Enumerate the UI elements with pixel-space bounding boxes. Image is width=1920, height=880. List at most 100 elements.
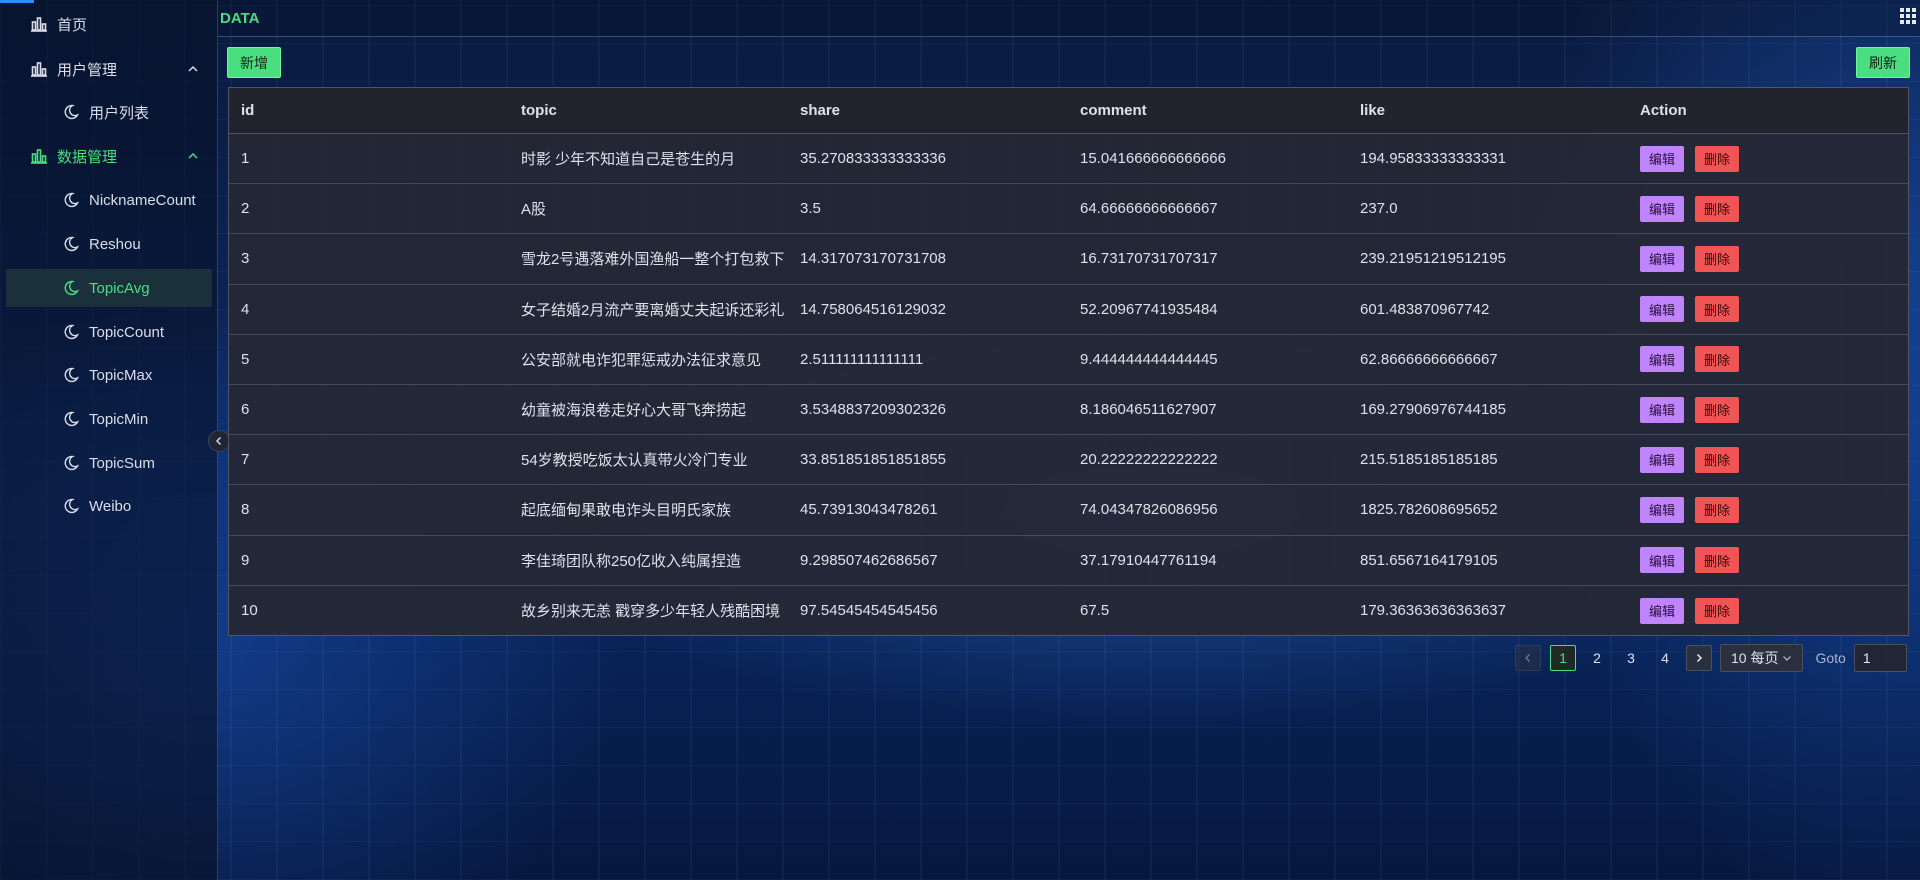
cell-topic: 李佳琦团队称250亿收入纯属捏造: [521, 552, 742, 570]
column-header-action: Action: [1640, 102, 1687, 119]
cell-comment: 52.20967741935484: [1080, 300, 1218, 318]
table-row: 7 54岁教授吃饭太认真带火冷门专业 33.851851851851855 20.22…: [229, 435, 1908, 486]
cell-id: 1: [241, 150, 250, 168]
delete-button[interactable]: 删除: [1695, 396, 1740, 423]
sidebar-group-data-management[interactable]: 数据管理: [6, 137, 212, 175]
cell-like: 169.27906976744185: [1360, 401, 1506, 419]
chevron-left-icon: [1524, 653, 1531, 663]
edit-button[interactable]: 编辑: [1640, 145, 1685, 172]
cell-topic: 女子结婚2月流产要离婚丈夫起诉还彩礼: [521, 301, 785, 319]
add-button[interactable]: 新增: [227, 47, 281, 78]
table-row: 5 公安部就电诈犯罪惩戒办法征求意见 2.511111111111111 9.4444…: [229, 335, 1908, 385]
cell-share: 2.511111111111111: [800, 350, 924, 368]
top-header: DATA: [218, 0, 1920, 37]
cell-action: 编辑 删除: [1628, 296, 1908, 323]
cell-action: 编辑 删除: [1628, 496, 1908, 523]
moon-icon: [62, 323, 80, 341]
page-number-2[interactable]: 2: [1584, 645, 1610, 671]
page-number-3[interactable]: 3: [1618, 645, 1644, 671]
cell-like: 62.86666666666667: [1360, 350, 1498, 368]
cell-share: 45.73913043478261: [800, 501, 938, 519]
sidebar-item-topiccount[interactable]: TopicCount: [6, 313, 212, 351]
delete-button[interactable]: 删除: [1695, 346, 1740, 373]
sidebar-group-user-management[interactable]: 用户管理: [6, 50, 212, 88]
delete-button[interactable]: 删除: [1695, 296, 1740, 323]
column-header-share[interactable]: share: [788, 102, 1068, 119]
table-row: 6 幼童被海浪卷走好心大哥飞奔捞起 3.5348837209302326 8.1860…: [229, 385, 1908, 436]
cell-share: 97.54545454545456: [800, 602, 938, 620]
table-row: 8 起底缅甸果敢电诈头目明氏家族 45.73913043478261 74.04347…: [229, 485, 1908, 536]
moon-icon: [62, 366, 80, 384]
sidebar-item-topicmax[interactable]: TopicMax: [6, 356, 212, 394]
sidebar-item-label: NicknameCount: [89, 191, 196, 209]
page-title: DATA: [220, 10, 260, 27]
cell-comment: 8.186046511627907: [1080, 401, 1217, 419]
delete-button[interactable]: 删除: [1695, 446, 1740, 473]
chart-bar-icon: [30, 147, 48, 165]
cell-comment: 20.22222222222222: [1080, 451, 1218, 469]
sidebar-item-home[interactable]: 首页: [6, 5, 212, 43]
cell-id: 7: [241, 451, 250, 469]
cell-topic: 时影 少年不知道自己是苍生的月: [521, 151, 736, 169]
cell-id: 6: [241, 401, 250, 419]
delete-button[interactable]: 删除: [1695, 195, 1740, 222]
column-header-id[interactable]: id: [229, 102, 509, 119]
sidebar-item-label: Weibo: [89, 497, 132, 515]
cell-id: 2: [241, 200, 250, 218]
moon-icon: [62, 497, 80, 515]
refresh-button[interactable]: 刷新: [1856, 47, 1910, 78]
cell-like: 851.6567164179105: [1360, 551, 1498, 569]
delete-button[interactable]: 删除: [1695, 547, 1740, 574]
edit-button[interactable]: 编辑: [1640, 547, 1685, 574]
edit-button[interactable]: 编辑: [1640, 195, 1685, 222]
column-header-comment[interactable]: comment: [1068, 102, 1348, 119]
prev-page-button[interactable]: [1515, 645, 1541, 671]
sidebar-item-reshou[interactable]: Reshou: [6, 225, 212, 263]
next-page-button[interactable]: [1686, 645, 1712, 671]
cell-comment: 67.5: [1080, 602, 1110, 620]
cell-topic: 起底缅甸果敢电诈头目明氏家族: [521, 502, 732, 520]
cell-like: 237.0: [1360, 200, 1398, 218]
column-header-like[interactable]: like: [1348, 102, 1628, 119]
cell-like: 1825.782608695652: [1360, 501, 1498, 519]
sidebar-item-topicsum[interactable]: TopicSum: [6, 444, 212, 482]
sidebar-item-topicavg[interactable]: TopicAvg: [6, 269, 212, 307]
delete-button[interactable]: 删除: [1695, 496, 1740, 523]
cell-share: 3.5348837209302326: [800, 401, 946, 419]
sidebar-item-nicknamecount[interactable]: NicknameCount: [6, 181, 212, 219]
goto-page-input[interactable]: [1853, 644, 1907, 672]
edit-button[interactable]: 编辑: [1640, 446, 1685, 473]
grid-apps-icon[interactable]: [1898, 6, 1918, 26]
pagination: 1 2 3 4 10 每页 Goto: [1515, 644, 1907, 672]
chevron-right-icon: [1696, 653, 1703, 663]
edit-button[interactable]: 编辑: [1640, 245, 1685, 272]
column-header-topic[interactable]: topic: [509, 102, 788, 119]
edit-button[interactable]: 编辑: [1640, 496, 1685, 523]
sidebar-item-weibo[interactable]: Weibo: [6, 487, 212, 525]
cell-id: 9: [241, 551, 250, 569]
page-number-1[interactable]: 1: [1550, 645, 1576, 671]
table-row: 3 雪龙2号遇落难外国渔船一整个打包救下 14.317073170731708 16.…: [229, 234, 1908, 285]
page-size-select[interactable]: 10 每页: [1720, 644, 1804, 672]
sidebar-item-topicmin[interactable]: TopicMin: [6, 400, 212, 438]
moon-icon: [62, 279, 80, 297]
moon-icon: [62, 454, 80, 472]
sidebar-collapse-button[interactable]: [208, 430, 230, 452]
delete-button[interactable]: 删除: [1695, 245, 1740, 272]
sidebar: 首页 用户管理 用户列表 数据管理 NicknameCount Reshou T…: [0, 0, 218, 880]
moon-icon: [62, 103, 80, 121]
delete-button[interactable]: 删除: [1695, 597, 1740, 624]
page-number-4[interactable]: 4: [1652, 645, 1678, 671]
delete-button[interactable]: 删除: [1695, 145, 1740, 172]
page-size-value: 10 每页: [1731, 650, 1779, 666]
edit-button[interactable]: 编辑: [1640, 597, 1685, 624]
edit-button[interactable]: 编辑: [1640, 346, 1685, 373]
edit-button[interactable]: 编辑: [1640, 396, 1685, 423]
cell-action: 编辑 删除: [1628, 245, 1908, 272]
cell-share: 33.851851851851855: [800, 451, 946, 469]
sidebar-item-label: TopicSum: [89, 454, 155, 472]
cell-action: 编辑 删除: [1628, 597, 1908, 624]
edit-button[interactable]: 编辑: [1640, 296, 1685, 323]
sidebar-item-user-list[interactable]: 用户列表: [6, 93, 212, 131]
cell-topic: 54岁教授吃饭太认真带火冷门专业: [521, 452, 748, 470]
